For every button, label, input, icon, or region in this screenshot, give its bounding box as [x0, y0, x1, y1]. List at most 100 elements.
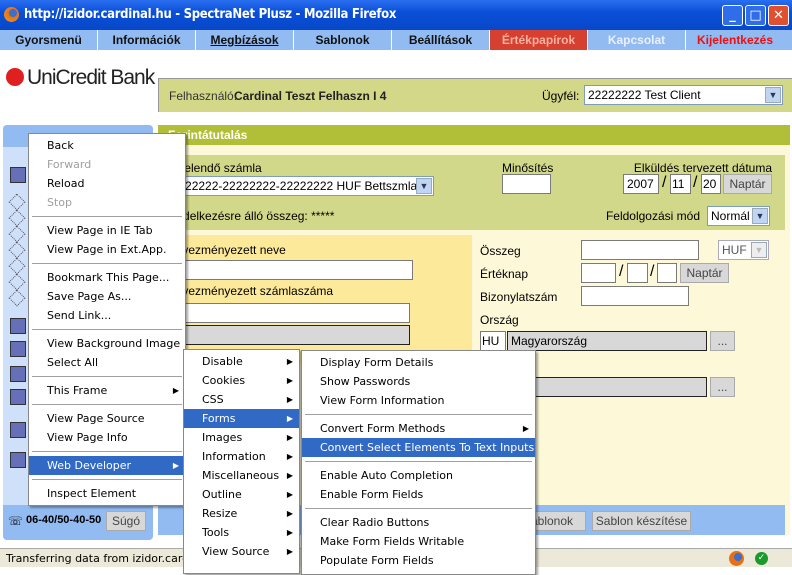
calendar-button[interactable]: Naptár [723, 174, 772, 194]
value-date-calendar-button[interactable]: Naptár [680, 263, 729, 283]
country-label: Ország [480, 313, 519, 327]
menu-item[interactable]: View Form Information [302, 391, 535, 410]
menu-item[interactable]: Clear Radio Buttons [302, 513, 535, 532]
cube-icon[interactable] [8, 289, 26, 307]
menu-item[interactable]: Reload [29, 174, 185, 193]
value-date-label: Értéknap [480, 267, 529, 281]
menu-item[interactable]: Enable Form Fields [302, 485, 535, 504]
firefox-status-icon[interactable] [729, 551, 744, 566]
menu-item[interactable]: Populate Form Fields [302, 551, 535, 570]
menu-item[interactable]: Select All [29, 353, 185, 372]
country-browse-button[interactable]: ... [710, 331, 735, 351]
create-template-button[interactable]: Sablon készítése [592, 511, 691, 531]
year-input[interactable] [623, 174, 659, 194]
nav-tab[interactable]: Kijelentkezés [686, 30, 784, 50]
menu-item[interactable]: CSS ▶ [184, 390, 299, 409]
menu-item[interactable]: Cookies ▶ [184, 371, 299, 390]
cube-icon[interactable] [10, 422, 26, 438]
menu-item[interactable]: View Page Source [29, 409, 185, 428]
menu-item[interactable]: Web Developer ▶ [29, 456, 185, 475]
menu-item[interactable]: Inspect Element [29, 484, 185, 503]
month-input[interactable] [670, 174, 691, 194]
submenu-arrow-icon: ▶ [286, 471, 293, 480]
menu-item[interactable]: Make Form Fields Writable [302, 532, 535, 551]
country-code-input[interactable] [480, 331, 506, 351]
menu-item[interactable]: Display Form Details [302, 353, 535, 372]
menu-item[interactable]: Convert Select Elements To Text Inputs [302, 438, 535, 457]
payee-account-input[interactable] [177, 303, 410, 323]
client-select[interactable]: 22222222 Test Client ▼ [584, 85, 783, 105]
nav-tab[interactable]: Értékpapírok [490, 30, 588, 50]
nav-tab[interactable]: Sablonok [294, 30, 392, 50]
menu-item[interactable]: Convert Form Methods ▶ [302, 419, 535, 438]
chevron-down-icon: ▼ [765, 87, 781, 103]
value-date-year[interactable] [581, 263, 616, 283]
menu-item[interactable]: Disable ▶ [184, 352, 299, 371]
menu-item[interactable]: View Page in IE Tab [29, 221, 185, 240]
doc-number-input[interactable] [581, 286, 689, 306]
menu-item[interactable]: Back [29, 136, 185, 155]
submenu-arrow-icon: ▶ [286, 395, 293, 404]
menu-item[interactable]: Forms ▶ [184, 409, 299, 428]
submenu-arrow-icon: ▶ [286, 376, 293, 385]
debit-account-select[interactable]: 22222222-22222222-22222222 HUF Bettszmla… [161, 176, 434, 196]
day-input[interactable] [701, 174, 721, 194]
nav-tab[interactable]: Kapcsolat [588, 30, 686, 50]
cube-icon[interactable] [8, 225, 26, 243]
nav-tab-label: Gyorsmenü [15, 33, 82, 47]
cube-icon[interactable] [8, 193, 26, 211]
menu-item[interactable]: View Page in Ext.App. [29, 240, 185, 259]
cube-icon[interactable] [8, 273, 26, 291]
menu-item[interactable]: View Source ▶ [184, 542, 299, 561]
cube-icon[interactable] [10, 452, 26, 468]
nav-tab[interactable]: Megbízások [196, 30, 294, 50]
help-button[interactable]: Súgó [106, 511, 146, 531]
menu-item[interactable]: View Background Image [29, 334, 185, 353]
value-date-month[interactable] [627, 263, 648, 283]
submenu-arrow-icon: ▶ [286, 509, 293, 518]
amount-input[interactable] [581, 240, 699, 260]
currency-select[interactable]: HUF ▼ [718, 240, 769, 260]
menu-item[interactable]: Show Passwords [302, 372, 535, 391]
phone-number: 06-40/50-40-50 [26, 514, 102, 526]
cube-icon[interactable] [8, 257, 26, 275]
menu-item[interactable]: Outline ▶ [184, 485, 299, 504]
send-date-label: Elküldés tervezett dátuma [633, 161, 772, 175]
menu-item[interactable]: Miscellaneous ▶ [184, 466, 299, 485]
menu-item[interactable]: Enable Auto Completion [302, 466, 535, 485]
cube-icon[interactable] [10, 389, 26, 405]
cube-icon[interactable] [10, 366, 26, 382]
processing-mode-select[interactable]: Normál ▼ [707, 206, 770, 226]
maximize-button[interactable]: □ [745, 5, 766, 26]
cube-icon[interactable] [8, 241, 26, 259]
user-label: Felhasználó: [169, 89, 238, 103]
second-browse-button[interactable]: ... [710, 377, 735, 397]
nav-tab[interactable]: Beállítások [392, 30, 490, 50]
nav-tab[interactable]: Gyorsmenü [0, 30, 98, 50]
value-date-day[interactable] [657, 263, 677, 283]
payee-name-input[interactable] [177, 260, 413, 280]
cube-icon[interactable] [10, 167, 26, 183]
menu-item: Stop [29, 193, 185, 212]
menu-item[interactable]: This Frame ▶ [29, 381, 185, 400]
nav-tab[interactable]: Információk [98, 30, 196, 50]
menu-item[interactable]: Images ▶ [184, 428, 299, 447]
cube-icon[interactable] [10, 318, 26, 334]
menu-item[interactable]: Bookmark This Page... [29, 268, 185, 287]
menu-item[interactable]: Save Page As... [29, 287, 185, 306]
minimize-button[interactable]: _ [722, 5, 743, 26]
check-icon[interactable]: ✓ [755, 552, 768, 565]
cube-icon[interactable] [8, 209, 26, 227]
client-label: Ügyfél: [542, 89, 580, 103]
menu-item[interactable]: View Page Info [29, 428, 185, 447]
menu-separator [32, 404, 182, 405]
cube-icon[interactable] [10, 341, 26, 357]
menu-item[interactable]: Resize ▶ [184, 504, 299, 523]
menu-item[interactable]: Tools ▶ [184, 523, 299, 542]
menu-item[interactable]: Send Link... [29, 306, 185, 325]
menu-item[interactable]: Information ▶ [184, 447, 299, 466]
close-button[interactable]: ✕ [768, 5, 789, 26]
rating-input[interactable] [502, 174, 551, 194]
submenu-arrow-icon: ▶ [286, 528, 293, 537]
main-nav: Gyorsmenü Információk Megbízások Sablonok Be… [0, 30, 792, 50]
